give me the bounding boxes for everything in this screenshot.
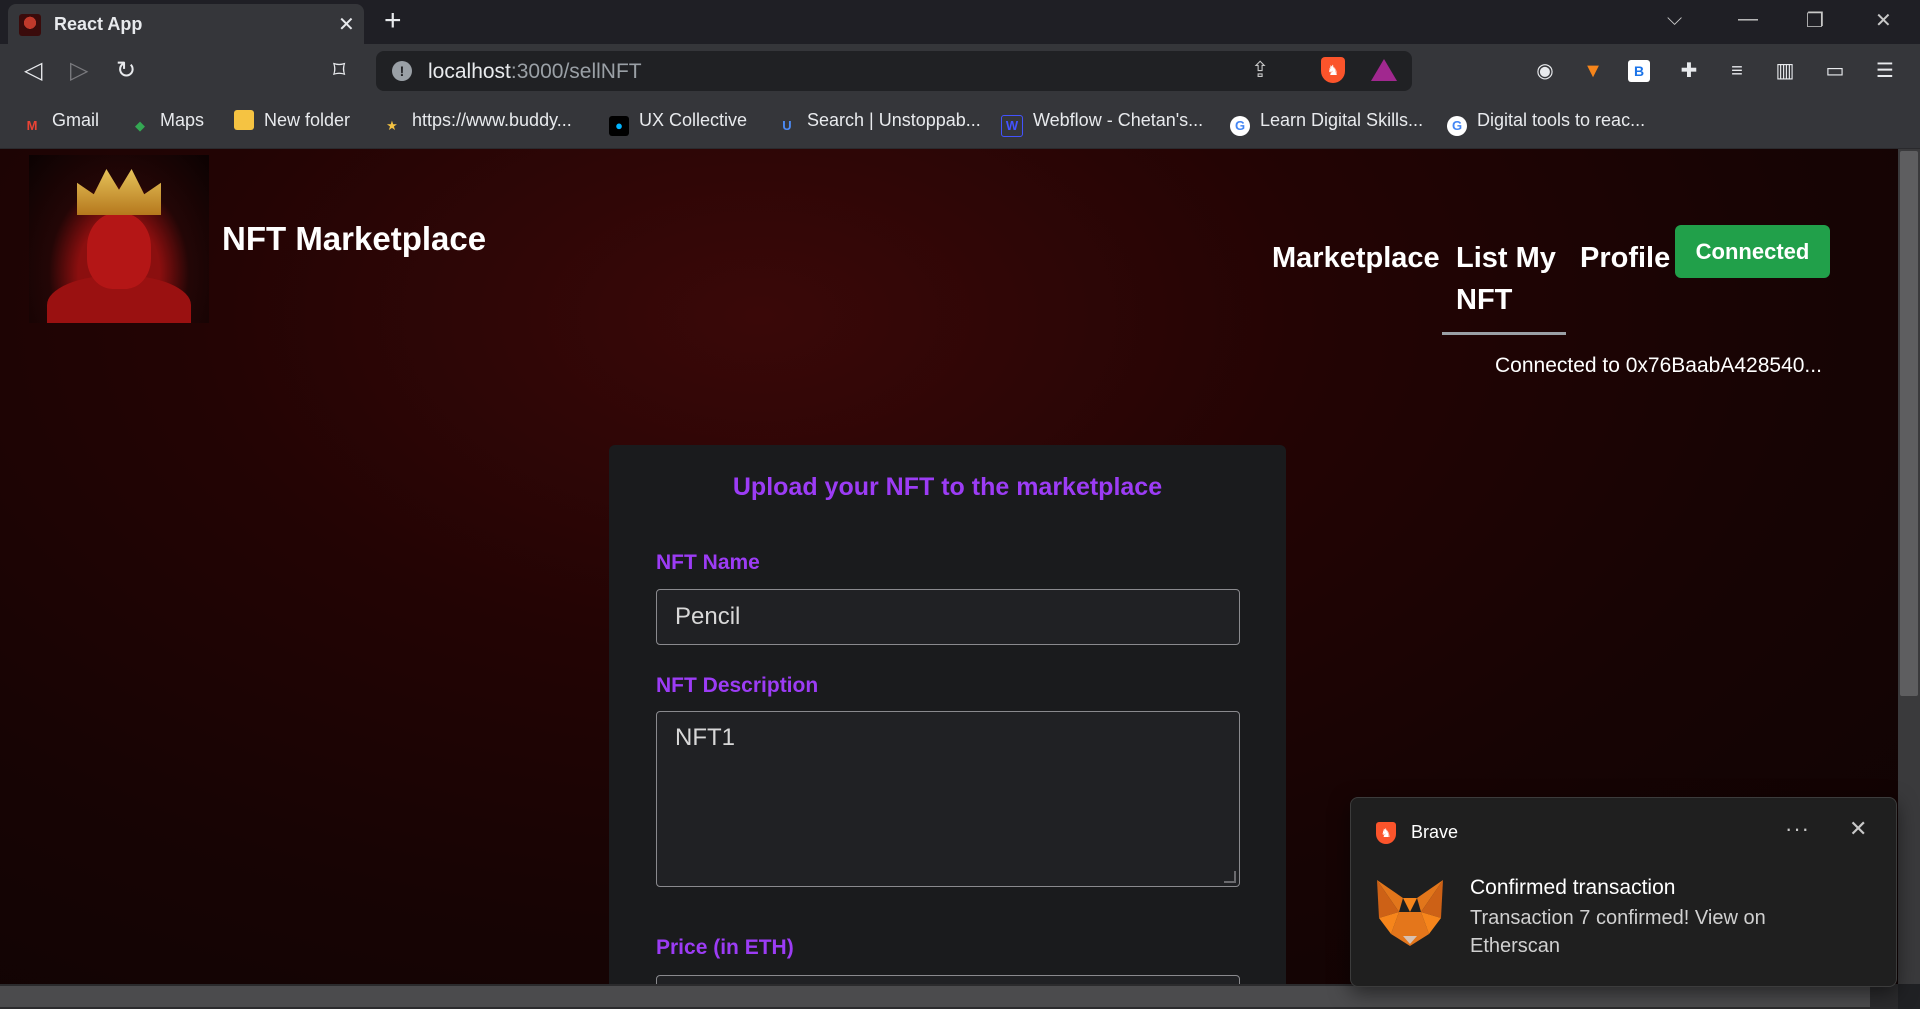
nft-description-value: NFT1 — [675, 724, 735, 751]
menu-icon[interactable]: ☰ — [1872, 58, 1898, 84]
nav-marketplace[interactable]: Marketplace — [1272, 237, 1440, 279]
logo-head-shape — [87, 213, 151, 289]
bookmark-maps[interactable]: ◆ Maps — [130, 110, 204, 136]
gmail-icon: M — [26, 118, 38, 133]
bookmark-gmail[interactable]: M Gmail — [22, 110, 99, 136]
price-label: Price (in ETH) — [656, 936, 794, 959]
ux-collective-icon: ● — [609, 116, 629, 136]
upload-form: Upload your NFT to the marketplace NFT N… — [609, 445, 1286, 984]
bookmark-new-folder[interactable]: New folder — [234, 110, 350, 131]
browser-toolbar: ◁ ▷ ↻ ⌑ ! localhost:3000/sellNFT ⇪ ♞ ◉ ▼… — [0, 44, 1920, 98]
folder-icon — [234, 110, 254, 130]
bookmark-label: Webflow - Chetan's... — [1033, 110, 1204, 130]
bookmark-label: Maps — [160, 110, 205, 130]
bookmark-buddy[interactable]: ★ https://www.buddy... — [382, 110, 572, 136]
notification-toast[interactable]: ♞ Brave ··· ✕ Confirmed transaction Tran… — [1350, 797, 1897, 987]
bookmark-label: Gmail — [52, 110, 100, 130]
notification-app-name: Brave — [1411, 822, 1459, 842]
vertical-scrollbar-thumb[interactable] — [1900, 151, 1918, 696]
url-text[interactable]: localhost:3000/sellNFT — [428, 60, 642, 84]
metamask-fox-icon — [1377, 880, 1443, 946]
nft-name-label: NFT Name — [656, 551, 760, 574]
logo-crown-shape — [77, 169, 161, 215]
google-icon: G — [1230, 116, 1250, 136]
brave-logo-icon: ♞ — [1376, 822, 1396, 844]
brave-rewards-icon[interactable] — [1371, 59, 1397, 81]
price-input[interactable] — [656, 975, 1240, 984]
nav-profile[interactable]: Profile — [1580, 237, 1670, 279]
app-favicon-icon — [19, 14, 41, 36]
notification-title: Confirmed transaction — [1470, 876, 1676, 899]
logo-image[interactable] — [29, 155, 209, 323]
brave-shields-icon[interactable]: ♞ — [1321, 57, 1345, 83]
bookmark-label: Search | Unstoppab... — [807, 110, 981, 130]
tab-strip: React App ✕ + ⌵ — ❐ ✕ — [0, 0, 1920, 44]
tab-search-chevron-icon[interactable]: ⌵ — [1667, 8, 1682, 31]
site-info-icon[interactable]: ! — [392, 61, 412, 81]
bookmark-label: https://www.buddy... — [412, 110, 572, 130]
bookmark-label: New folder — [264, 110, 351, 130]
url-path: :3000/sellNFT — [510, 60, 642, 83]
nft-description-label: NFT Description — [656, 674, 819, 697]
bookmark-label: Learn Digital Skills... — [1260, 110, 1424, 130]
share-icon[interactable]: ⇪ — [1251, 57, 1269, 83]
extensions-puzzle-icon[interactable]: ✚ — [1676, 58, 1702, 84]
window-close-icon[interactable]: ✕ — [1875, 8, 1892, 33]
new-tab-icon[interactable]: + — [384, 6, 402, 36]
maps-icon: ◆ — [135, 118, 145, 133]
more-options-icon[interactable]: ··· — [1785, 816, 1810, 842]
nft-description-textarea[interactable]: NFT1 — [656, 711, 1240, 887]
connected-address: Connected to 0x76BaabA428540... — [1495, 354, 1822, 377]
address-bar[interactable]: ! localhost:3000/sellNFT ⇪ ♞ — [376, 51, 1412, 91]
active-nav-underline — [1442, 332, 1566, 335]
bookmark-icon[interactable]: ⌑ — [333, 56, 345, 85]
resize-grip-icon[interactable] — [1224, 871, 1236, 883]
notification-body[interactable]: Transaction 7 confirmed! View on Ethersc… — [1470, 904, 1850, 960]
nav-list-my-nft-line1: List My — [1456, 242, 1556, 274]
nft-name-input[interactable] — [656, 589, 1240, 645]
sidebar-icon[interactable]: ▥ — [1772, 58, 1798, 84]
google-icon: G — [1447, 116, 1467, 136]
horizontal-scrollbar-thumb[interactable] — [0, 986, 1870, 1007]
bookmark-unstoppable[interactable]: U Search | Unstoppab... — [777, 110, 981, 136]
media-queue-icon[interactable]: ≡ — [1724, 58, 1750, 84]
minimize-icon[interactable]: — — [1738, 8, 1758, 31]
restore-icon[interactable]: ❐ — [1806, 8, 1824, 33]
bookmark-digital-tools[interactable]: G Digital tools to reac... — [1447, 110, 1645, 136]
nav-list-my-nft-line2: NFT — [1456, 284, 1513, 316]
browser-tab[interactable]: React App ✕ — [8, 4, 364, 44]
extension-spy-icon[interactable]: ◉ — [1532, 58, 1558, 84]
nav-list-my-nft[interactable]: List My NFT — [1456, 237, 1556, 321]
tab-title: React App — [54, 14, 143, 34]
reload-icon[interactable]: ↻ — [116, 56, 136, 85]
bookmark-label: Digital tools to reac... — [1477, 110, 1646, 130]
back-icon[interactable]: ◁ — [24, 56, 42, 85]
webflow-icon: W — [1001, 115, 1023, 137]
bookmark-label: UX Collective — [639, 110, 748, 130]
wallet-icon[interactable]: ▭ — [1822, 58, 1848, 84]
tab-close-icon[interactable]: ✕ — [338, 12, 355, 37]
close-icon[interactable]: ✕ — [1849, 816, 1867, 842]
bookmark-webflow[interactable]: W Webflow - Chetan's... — [1001, 110, 1203, 137]
brand-title[interactable]: NFT Marketplace — [222, 220, 486, 258]
metamask-icon[interactable]: ▼ — [1580, 58, 1606, 84]
connect-wallet-button[interactable]: Connected — [1675, 225, 1830, 278]
bookmark-learn-digital[interactable]: G Learn Digital Skills... — [1230, 110, 1423, 136]
forward-icon[interactable]: ▷ — [70, 56, 88, 85]
url-host: localhost — [428, 60, 511, 83]
bookmarks-bar: M Gmail ◆ Maps New folder ★ https://www.bud… — [0, 98, 1920, 149]
form-title: Upload your NFT to the marketplace — [732, 473, 1163, 501]
buddy-icon: ★ — [386, 118, 398, 133]
bookmark-ux-collective[interactable]: ● UX Collective — [609, 110, 747, 136]
unstoppable-icon: U — [782, 118, 792, 133]
b-extension-icon[interactable]: B — [1628, 60, 1650, 82]
